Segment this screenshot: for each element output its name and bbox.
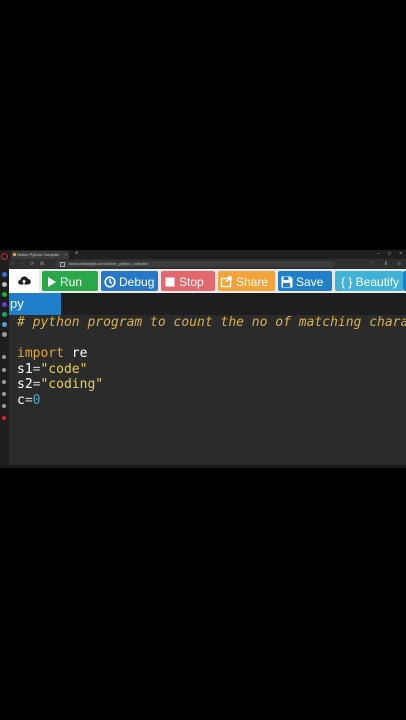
home-button[interactable] [9, 269, 39, 293]
site-favicon-icon [13, 253, 16, 256]
stop-icon [165, 277, 175, 287]
bottom-strip [0, 465, 406, 468]
url-text: www.onlinegdb.com/online_python_compiler [69, 261, 148, 266]
sidebar-app-icon[interactable] [2, 292, 7, 297]
code-line-5: c=0 [17, 393, 40, 409]
code-line-1: # python program to count the no of matc… [17, 315, 406, 331]
url-field[interactable]: www.onlinegdb.com/online_python_compiler [55, 261, 335, 267]
minimize-button[interactable]: – [377, 250, 380, 259]
string-literal: "coding" [40, 377, 104, 392]
bookmark-heart-icon[interactable]: ♡ [370, 260, 374, 268]
download-icon[interactable]: ⬇ [384, 260, 388, 268]
tab-close-icon[interactable]: × [65, 251, 67, 259]
telegram-icon[interactable] [2, 322, 7, 327]
beautify-label: { } Beautify [341, 274, 400, 289]
sidebar-app-icon[interactable] [2, 416, 6, 420]
sidebar-app-icon[interactable] [2, 282, 7, 287]
compiler-toolbar: Run Debug Stop Share Save { } Beautify [9, 269, 406, 293]
file-tab-label: py [10, 296, 24, 311]
code-comment: # python program to count the no of matc… [17, 315, 406, 330]
share-button[interactable]: Share [218, 271, 275, 291]
beautify-button[interactable]: { } Beautify [335, 271, 403, 291]
code-line-4: s2="coding" [17, 377, 103, 393]
run-label: Run [60, 274, 83, 289]
browser-sidebar [0, 250, 9, 468]
new-tab-button[interactable]: + [75, 250, 79, 259]
maximize-button[interactable]: □ [388, 250, 391, 259]
lock-icon [60, 262, 65, 267]
stop-button[interactable]: Stop [161, 271, 215, 291]
back-button[interactable]: ‹ [12, 260, 14, 268]
module-name: re [63, 346, 88, 361]
stop-label: Stop [179, 274, 204, 289]
screen-recording: Online Python Compiler × + – □ × ‹ › ⟳ ⊞… [0, 250, 406, 468]
reload-button[interactable]: ⟳ [30, 260, 34, 268]
number-literal: 0 [32, 392, 41, 408]
save-floppy-icon [281, 276, 293, 288]
cloud-upload-icon [18, 276, 31, 285]
clock-icon[interactable] [2, 355, 6, 359]
var-s1: s1 [17, 361, 33, 377]
debug-label: Debug [119, 274, 155, 289]
play-icon[interactable] [2, 368, 6, 372]
address-bar-row: ‹ › ⟳ ⊞ www.onlinegdb.com/online_python_… [9, 259, 406, 269]
var-c: c [17, 392, 25, 408]
tabs-grid-icon[interactable]: ⊞ [40, 260, 44, 268]
code-line-2: import re [17, 346, 87, 362]
save-label: Save [296, 274, 324, 289]
debug-button[interactable]: Debug [101, 271, 158, 291]
sidebar-app-icon[interactable] [2, 380, 6, 384]
code-line-3: s1="code" [17, 362, 87, 378]
whatsapp-icon[interactable] [2, 312, 7, 317]
menu-icon[interactable]: ≡ [398, 260, 401, 268]
opera-logo-icon[interactable] [1, 253, 8, 260]
debug-icon [104, 276, 116, 288]
browser-tab[interactable]: Online Python Compiler × [11, 251, 69, 259]
file-tab-row: py [9, 293, 406, 315]
close-window-button[interactable]: × [399, 250, 402, 259]
keyword-import: import [17, 346, 64, 361]
settings-icon[interactable] [2, 392, 6, 396]
forward-button[interactable]: › [21, 260, 23, 268]
browser-tabstrip: Online Python Compiler × + – □ × [9, 250, 406, 259]
share-icon [220, 276, 232, 288]
string-literal: "code" [40, 361, 88, 377]
share-label: Share [236, 274, 269, 289]
sidebar-app-icon[interactable] [2, 302, 7, 307]
sidebar-app-icon[interactable] [2, 332, 7, 337]
tab-title: Online Python Compiler [17, 252, 60, 257]
heart-icon[interactable] [2, 404, 6, 408]
run-button[interactable]: Run [42, 271, 98, 291]
var-s2: s2 [17, 377, 33, 392]
sidebar-app-icon[interactable] [2, 272, 7, 277]
play-icon [48, 276, 56, 287]
code-editor[interactable]: # python program to count the no of matc… [9, 315, 406, 465]
assign-op: = [24, 392, 33, 408]
file-tab-main-py[interactable]: py [9, 293, 61, 315]
save-button[interactable]: Save [278, 271, 332, 291]
